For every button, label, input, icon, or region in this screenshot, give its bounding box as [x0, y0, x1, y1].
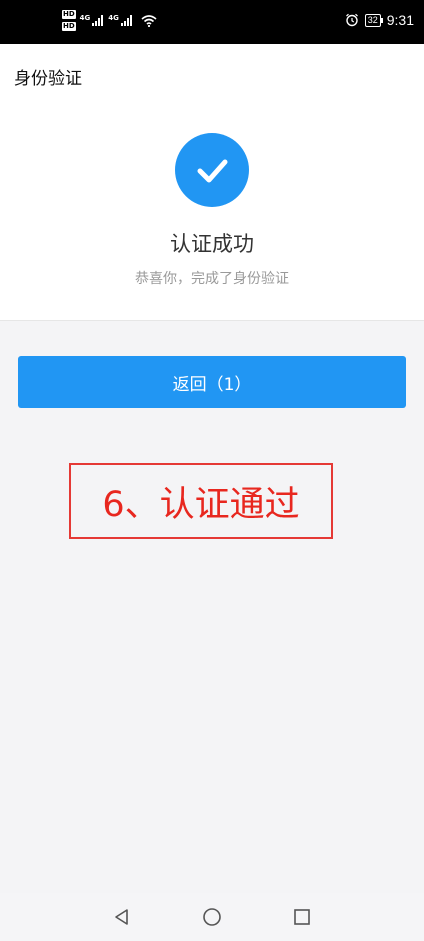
circle-home-icon	[203, 908, 221, 926]
battery-indicator: 32	[364, 13, 383, 27]
alarm-icon	[345, 13, 358, 27]
page-title: 身份验证	[14, 69, 82, 89]
success-badge	[175, 133, 249, 207]
hd-badge-2: HD	[62, 22, 76, 31]
clock: 9:31	[386, 12, 414, 28]
annotation-label: 6、认证通过	[69, 463, 333, 539]
signal-icon	[92, 15, 104, 26]
back-button[interactable]: 返回（1）	[18, 356, 406, 408]
triangle-back-icon	[115, 909, 128, 925]
nav-home-button[interactable]	[199, 904, 225, 930]
status-bar-left: HD HD 4G 4G	[62, 10, 157, 31]
hd-indicators: HD HD	[62, 10, 76, 31]
network-type-2: 4G	[108, 13, 119, 22]
checkmark-icon	[197, 159, 228, 183]
hd-badge-1: HD	[62, 10, 76, 19]
success-subtitle: 恭喜你，完成了身份验证	[135, 271, 289, 287]
network-type-1: 4G	[79, 13, 91, 22]
system-nav-bar	[0, 893, 424, 941]
nav-recent-button[interactable]	[289, 904, 315, 930]
status-bar: HD HD 4G 4G 32 9:31	[0, 0, 424, 44]
signal-icon	[120, 15, 132, 26]
success-title: 认证成功	[170, 232, 254, 256]
wifi-icon	[141, 14, 157, 27]
status-bar-right: 32 9:31	[345, 12, 414, 28]
nav-back-button[interactable]	[109, 904, 135, 930]
square-recent-icon	[294, 909, 310, 925]
verification-result-card: 身份验证 认证成功 恭喜你，完成了身份验证	[0, 44, 424, 321]
